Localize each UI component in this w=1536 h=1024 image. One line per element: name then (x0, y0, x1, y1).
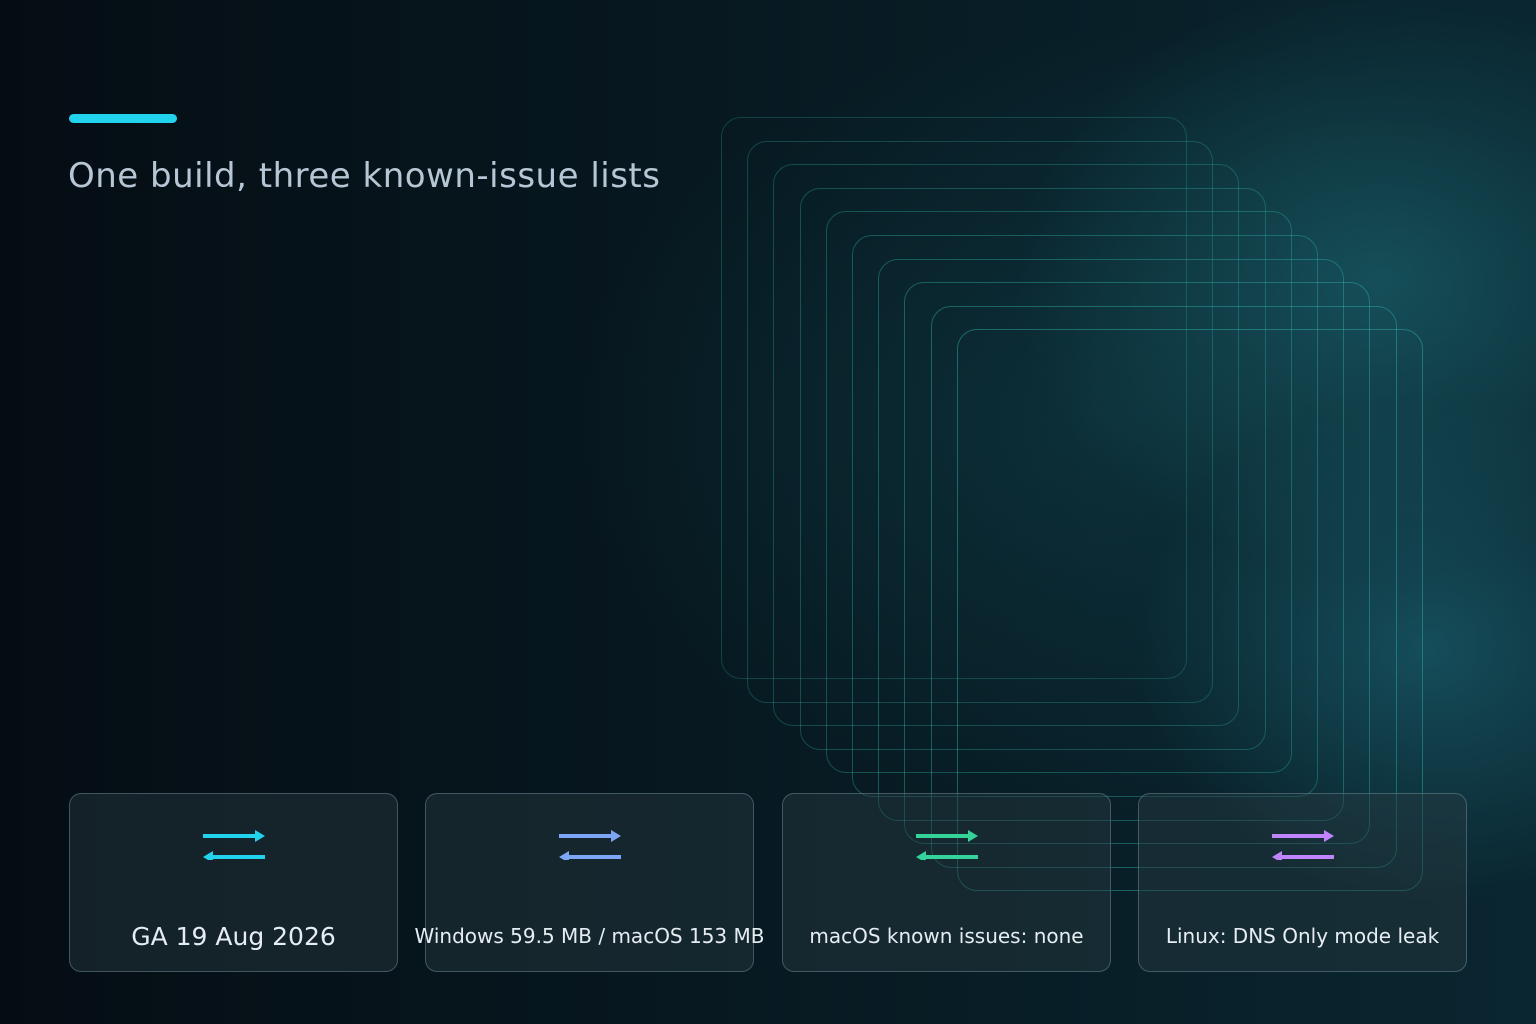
frame-outline (825, 211, 1292, 774)
frame-outline (852, 235, 1318, 797)
card-linux-issues: Linux: DNS Only mode leak (1138, 793, 1467, 972)
frame-outline (930, 305, 1397, 868)
frame-outline (904, 282, 1371, 845)
card-release-date: GA 19 Aug 2026 (69, 793, 398, 972)
card-label: GA 19 Aug 2026 (131, 922, 336, 951)
frame-outline (721, 117, 1187, 679)
card-label: Linux: DNS Only mode leak (1165, 924, 1440, 948)
accent-bar (69, 114, 177, 123)
card-macos-issues: macOS known issues: none (782, 793, 1111, 972)
card-download-sizes: Windows 59.5 MB / macOS 153 MB (415, 793, 765, 972)
swap-arrows-icon (558, 830, 621, 860)
swap-arrows-icon (915, 830, 978, 860)
frame-outline (799, 187, 1266, 750)
frame-outline (878, 258, 1345, 821)
swap-arrows-icon (1271, 830, 1334, 860)
frame-outline (773, 164, 1240, 727)
card-label: Windows 59.5 MB / macOS 153 MB (414, 924, 765, 948)
card-label: macOS known issues: none (809, 924, 1084, 948)
slide: One build, three known-issue lists GA 19… (0, 0, 1536, 1024)
frame-outline (747, 140, 1214, 703)
swap-arrows-icon (202, 830, 265, 860)
slide-title: One build, three known-issue lists (68, 156, 661, 196)
